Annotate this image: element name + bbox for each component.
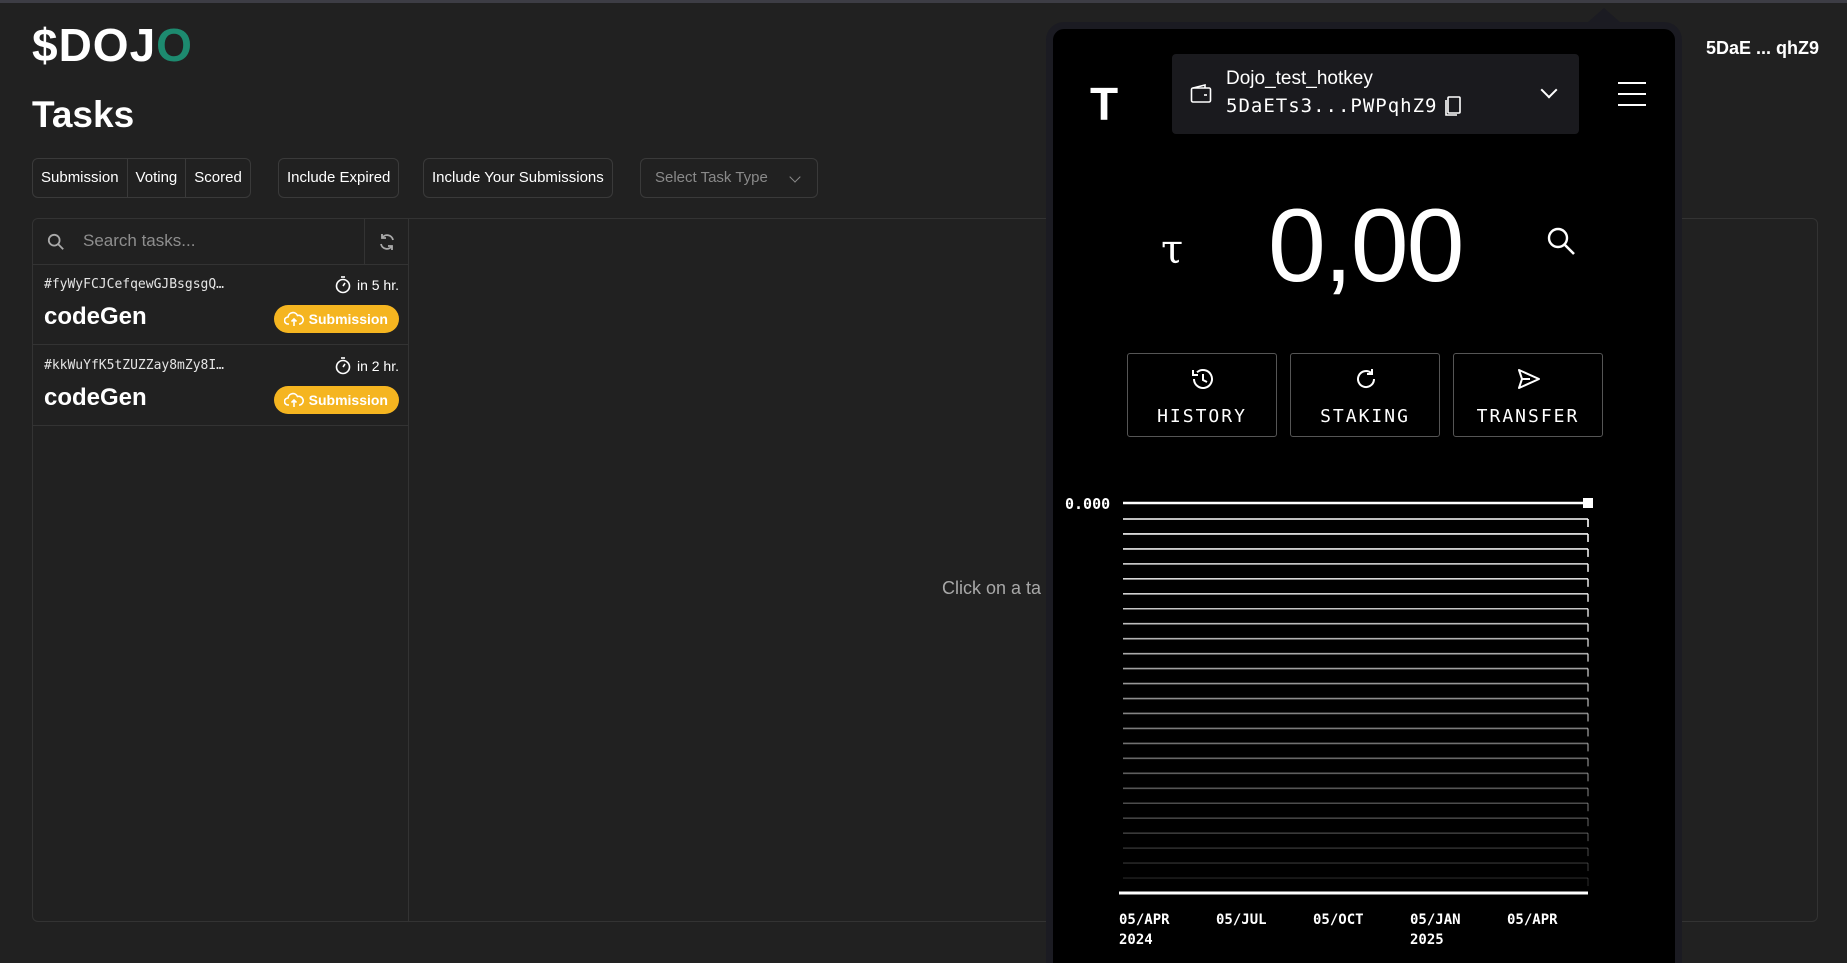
refresh-icon [380, 234, 394, 250]
include-your-submissions-toggle[interactable]: Include Your Submissions [423, 158, 613, 198]
task-list: Search tasks... #fyWyFCJCefqewGJBsgsgQ… … [33, 219, 409, 921]
empty-state-message: Click on a ta [942, 578, 1042, 598]
x-tick-label: 05/APR [1119, 912, 1170, 928]
wallet-icon [1190, 84, 1212, 103]
app-logo[interactable]: $DOJO [32, 22, 193, 68]
staking-button[interactable]: STAKING [1290, 353, 1440, 437]
hamburger-menu-button[interactable] [1618, 82, 1646, 115]
task-due: in 5 hr. [335, 276, 399, 294]
account-selector[interactable]: Dojo_test_hotkey 5DaETs3...PWPqhZ9 [1172, 54, 1579, 134]
task-name: codeGen [44, 384, 147, 411]
include-expired-toggle[interactable]: Include Expired [278, 158, 400, 198]
chevron-down-icon [1540, 81, 1558, 99]
y-tick-label: 0.000 [1065, 495, 1110, 513]
bittensor-logo: T [1090, 78, 1119, 130]
copy-icon[interactable] [1443, 95, 1463, 117]
logo-text: $DOJ [32, 19, 157, 71]
task-due-text: in 2 hr. [356, 358, 399, 374]
staking-icon [1357, 369, 1376, 388]
x-tick-label: 05/APR [1507, 912, 1558, 928]
chevron-down-icon [789, 171, 801, 183]
filter-bar: Submission Voting Scored [32, 158, 251, 198]
staking-label: STAKING [1320, 406, 1410, 427]
send-icon [1518, 369, 1540, 389]
wallet-actions: HISTORY STAKING TRANSFER [1127, 353, 1603, 437]
cloud-upload-icon [283, 311, 304, 326]
top-border [0, 0, 1847, 3]
page-title: Tasks [32, 94, 135, 135]
filter-voting-button[interactable]: Voting [128, 159, 187, 197]
search-icon[interactable] [1546, 226, 1576, 256]
x-tick-label-year: 2025 [1410, 932, 1444, 948]
popup-caret [1588, 8, 1620, 22]
x-tick-label: 05/JAN [1410, 912, 1461, 928]
filter-submission-button[interactable]: Submission [33, 159, 128, 197]
search-input[interactable]: Search tasks... [83, 231, 195, 251]
status-badge: Submission [273, 305, 399, 333]
status-badge-label: Submission [308, 311, 388, 327]
tau-currency-symbol: τ [1161, 227, 1184, 273]
history-button[interactable]: HISTORY [1127, 353, 1277, 437]
search-bar: Search tasks... [33, 219, 409, 265]
task-card[interactable]: #fyWyFCJCefqewGJBsgsgQ… in 5 hr. codeGen… [33, 265, 409, 345]
refresh-button[interactable] [364, 219, 409, 265]
x-tick-label: 05/OCT [1313, 912, 1364, 928]
account-name: Dojo_test_hotkey [1226, 68, 1373, 89]
account-address-row: 5DaETs3...PWPqhZ9 [1226, 95, 1463, 117]
task-id: #fyWyFCJCefqewGJBsgsgQ… [44, 277, 225, 292]
status-badge-label: Submission [308, 392, 388, 408]
timer-icon [335, 276, 351, 294]
cloud-upload-icon [283, 392, 304, 407]
search-icon [47, 233, 64, 250]
timer-icon [335, 357, 351, 375]
history-icon [1192, 369, 1213, 389]
transfer-button[interactable]: TRANSFER [1453, 353, 1603, 437]
task-due: in 2 hr. [335, 357, 399, 375]
balance-chart: 0.000 05/APR 2024 05/JUL 05/OCT 05/JAN 2025 05/… [1065, 495, 1593, 948]
data-point [1583, 498, 1593, 508]
task-name: codeGen [44, 303, 147, 330]
history-label: HISTORY [1157, 406, 1247, 427]
filter-scored-button[interactable]: Scored [186, 159, 250, 197]
x-tick-label: 05/JUL [1216, 912, 1267, 928]
wallet-address-chip[interactable]: 5DaE ... qhZ9 [1706, 38, 1819, 59]
task-id: #kkWuYfK5tZUZZay8mZy8I… [44, 358, 225, 373]
transfer-label: TRANSFER [1476, 406, 1580, 427]
status-badge: Submission [273, 386, 399, 414]
balance-value: 0,00 [1268, 188, 1464, 304]
x-tick-label-year: 2024 [1119, 932, 1153, 948]
wallet-popup: T Dojo_test_hotkey 5DaETs3...PWPqhZ9 τ 0… [1046, 22, 1682, 963]
account-address: 5DaETs3...PWPqhZ9 [1226, 95, 1438, 117]
task-due-text: in 5 hr. [356, 277, 399, 293]
task-card[interactable]: #kkWuYfK5tZUZZay8mZy8I… in 2 hr. codeGen… [33, 346, 409, 426]
task-type-select[interactable]: Select Task Type [640, 158, 818, 198]
task-type-placeholder: Select Task Type [655, 169, 768, 186]
status-segmented-control: Submission Voting Scored [32, 158, 251, 198]
logo-accent: O [156, 19, 193, 71]
